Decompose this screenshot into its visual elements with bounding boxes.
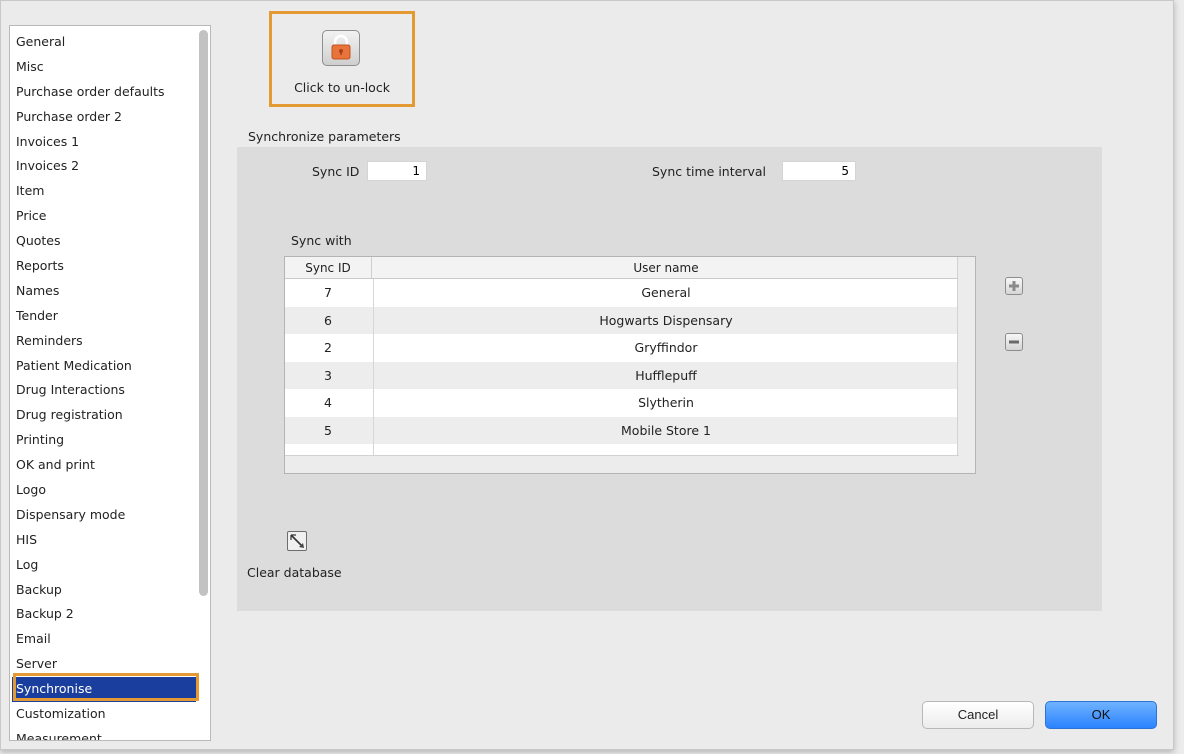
sidebar-item-price[interactable]: Price: [12, 204, 196, 229]
sidebar-item-printing[interactable]: Printing: [12, 428, 196, 453]
column-header-sync-id[interactable]: Sync ID: [285, 257, 371, 278]
table-row[interactable]: 3 Hufflepuff: [285, 361, 957, 389]
sidebar-item-customization[interactable]: Customization: [12, 702, 196, 727]
table-horizontal-scrollbar[interactable]: [285, 455, 959, 473]
sidebar-list: General Misc Purchase order defaults Pur…: [12, 30, 196, 740]
cell-user-name: Hufflepuff: [635, 367, 697, 383]
add-sync-store-button[interactable]: [1005, 277, 1023, 295]
table-vertical-scrollbar[interactable]: [957, 257, 975, 473]
plus-icon: [1009, 281, 1019, 291]
sidebar-item-invoices-2[interactable]: Invoices 2: [12, 154, 196, 179]
cell-sync-id: 7: [324, 285, 332, 300]
selection-highlight-frame: [13, 673, 199, 701]
sidebar-item-general[interactable]: General: [12, 30, 196, 55]
sidebar-item-dispensary-mode[interactable]: Dispensary mode: [12, 503, 196, 528]
cell-user-name: Mobile Store 1: [621, 422, 711, 438]
sidebar-item-reports[interactable]: Reports: [12, 254, 196, 279]
sidebar-item-reminders[interactable]: Reminders: [12, 329, 196, 354]
cell-user-name: General: [641, 285, 691, 300]
cell-sync-id: 5: [324, 422, 332, 438]
sidebar-item-quotes[interactable]: Quotes: [12, 229, 196, 254]
preferences-sidebar[interactable]: General Misc Purchase order defaults Pur…: [9, 25, 211, 741]
cell-sync-id: 6: [324, 312, 332, 328]
sidebar-scrollbar[interactable]: [199, 30, 208, 596]
unlock-label: Click to un-lock: [294, 80, 390, 95]
table-header: Sync ID User name: [285, 257, 975, 279]
ok-button[interactable]: OK: [1045, 701, 1157, 729]
sidebar-item-ok-and-print[interactable]: OK and print: [12, 453, 196, 478]
sidebar-item-drug-registration[interactable]: Drug registration: [12, 403, 196, 428]
table-rows: 7 General 6 Hogwarts Dispensary 2 Gryffi…: [285, 279, 957, 472]
minus-icon: [1009, 340, 1019, 344]
cell-user-name: Gryffindor: [634, 340, 698, 355]
sidebar-item-misc[interactable]: Misc: [12, 55, 196, 80]
table-row[interactable]: 7 General: [285, 279, 957, 307]
sync-id-label: Sync ID: [312, 164, 360, 179]
sidebar-item-names[interactable]: Names: [12, 279, 196, 304]
cell-sync-id: 4: [324, 395, 332, 410]
clear-database-button[interactable]: [287, 531, 307, 551]
cell-user-name: Hogwarts Dispensary: [599, 312, 733, 328]
sidebar-item-invoices-1[interactable]: Invoices 1: [12, 130, 196, 155]
sidebar-item-his[interactable]: HIS: [12, 528, 196, 553]
lock-highlight-frame: Click to un-lock: [269, 11, 415, 107]
clear-database-label: Clear database: [247, 565, 342, 580]
unlock-button[interactable]: [322, 30, 360, 66]
sync-id-input[interactable]: [367, 161, 427, 181]
sidebar-item-log[interactable]: Log: [12, 553, 196, 578]
sync-with-label: Sync with: [291, 233, 352, 248]
sync-interval-input[interactable]: [782, 161, 856, 181]
column-separator: [371, 257, 372, 278]
column-divider: [373, 279, 374, 457]
table-row[interactable]: 2 Gryffindor: [285, 334, 957, 362]
cell-sync-id: 2: [324, 340, 332, 355]
sidebar-item-logo[interactable]: Logo: [12, 478, 196, 503]
sidebar-item-backup[interactable]: Backup: [12, 578, 196, 603]
sidebar-item-email[interactable]: Email: [12, 627, 196, 652]
sidebar-item-item[interactable]: Item: [12, 179, 196, 204]
cancel-button[interactable]: Cancel: [922, 701, 1034, 729]
remove-sync-store-button[interactable]: [1005, 333, 1023, 351]
sidebar-item-drug-interactions[interactable]: Drug Interactions: [12, 378, 196, 403]
lock-icon: [331, 34, 351, 60]
cell-sync-id: 3: [324, 367, 332, 383]
sidebar-item-measurement[interactable]: Measurement: [12, 727, 196, 740]
sync-with-table[interactable]: Sync ID User name 7 General 6 Hogwarts D…: [284, 256, 976, 474]
sidebar-item-purchase-order-defaults[interactable]: Purchase order defaults: [12, 80, 196, 105]
broom-icon: [290, 534, 304, 548]
table-row[interactable]: 6 Hogwarts Dispensary: [285, 306, 957, 334]
sidebar-item-tender[interactable]: Tender: [12, 304, 196, 329]
table-row[interactable]: 4 Slytherin: [285, 389, 957, 417]
sidebar-item-purchase-order-2[interactable]: Purchase order 2: [12, 105, 196, 130]
sidebar-item-backup-2[interactable]: Backup 2: [12, 602, 196, 627]
table-row[interactable]: 5 Mobile Store 1: [285, 416, 957, 444]
column-header-user-name[interactable]: User name: [373, 257, 959, 278]
sidebar-item-patient-medication[interactable]: Patient Medication: [12, 354, 196, 379]
cell-user-name: Slytherin: [638, 395, 694, 410]
sync-parameters-title: Synchronize parameters: [248, 129, 401, 144]
preferences-window: General Misc Purchase order defaults Pur…: [0, 0, 1174, 750]
sync-interval-label: Sync time interval: [652, 164, 766, 179]
